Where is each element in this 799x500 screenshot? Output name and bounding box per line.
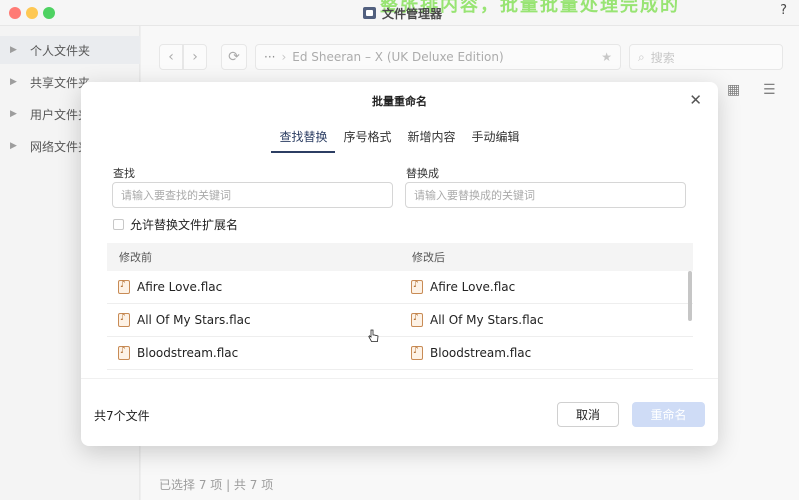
audio-file-icon <box>118 313 130 327</box>
close-icon[interactable]: ✕ <box>689 91 702 109</box>
allow-extension-checkbox[interactable] <box>113 219 124 230</box>
table-header: 修改前 修改后 <box>107 243 693 271</box>
filename-before: Bloodstream.flac <box>137 346 239 360</box>
column-header-after: 修改后 <box>412 251 445 264</box>
tab-add-content[interactable]: 新增内容 <box>400 128 464 153</box>
cell-before: Bloodstream.flac <box>107 346 400 360</box>
table-scrollbar[interactable] <box>688 271 692 321</box>
filename-after: Afire Love.flac <box>430 280 516 294</box>
allow-extension-option[interactable]: 允许替换文件扩展名 <box>113 216 238 233</box>
table-row: All Of My Stars.flac All Of My Stars.fla… <box>107 304 693 337</box>
tab-sequence-format[interactable]: 序号格式 <box>335 128 399 153</box>
dialog-tabs: 查找替换 序号格式 新增内容 手动编辑 <box>81 128 718 153</box>
filename-after: Bloodstream.flac <box>430 346 532 360</box>
tab-find-replace[interactable]: 查找替换 <box>271 128 336 153</box>
column-header-before: 修改前 <box>119 251 152 264</box>
filename-before: All Of My Stars.flac <box>137 313 251 327</box>
cancel-button[interactable]: 取消 <box>557 402 619 427</box>
table-row: Afire Love.flac Afire Love.flac <box>107 271 693 304</box>
cell-after: All Of My Stars.flac <box>400 313 693 327</box>
cell-before: All Of My Stars.flac <box>107 313 400 327</box>
find-input[interactable]: 请输入要查找的关键词 <box>112 182 393 208</box>
tab-manual-edit[interactable]: 手动编辑 <box>464 128 528 153</box>
rename-preview-table: 修改前 修改后 Afire Love.flac Afire Love.flac … <box>107 243 693 378</box>
table-row: Bloodstream.flac Bloodstream.flac <box>107 337 693 370</box>
find-placeholder: 请输入要查找的关键词 <box>121 189 231 202</box>
replace-placeholder: 请输入要替换成的关键词 <box>414 189 535 202</box>
audio-file-icon <box>411 346 423 360</box>
audio-file-icon <box>411 313 423 327</box>
filename-after: All Of My Stars.flac <box>430 313 544 327</box>
cell-before: Afire Love.flac <box>107 280 400 294</box>
batch-rename-dialog: 批量重命名 ✕ 查找替换 序号格式 新增内容 手动编辑 查找 请输入要查找的关键… <box>81 82 718 446</box>
hand-cursor-icon <box>368 329 379 342</box>
dialog-title: 批量重命名 <box>372 95 427 108</box>
audio-file-icon <box>118 346 130 360</box>
cell-after: Afire Love.flac <box>400 280 693 294</box>
cell-after: Bloodstream.flac <box>400 346 693 360</box>
audio-file-icon <box>118 280 130 294</box>
rename-button[interactable]: 重命名 <box>632 402 705 427</box>
divider <box>81 378 718 379</box>
filename-before: Afire Love.flac <box>137 280 223 294</box>
audio-file-icon <box>411 280 423 294</box>
find-label: 查找 <box>113 167 135 180</box>
allow-extension-label: 允许替换文件扩展名 <box>130 218 239 232</box>
file-count: 共7个文件 <box>94 409 150 423</box>
replace-input[interactable]: 请输入要替换成的关键词 <box>405 182 686 208</box>
replace-label: 替换成 <box>406 167 439 180</box>
